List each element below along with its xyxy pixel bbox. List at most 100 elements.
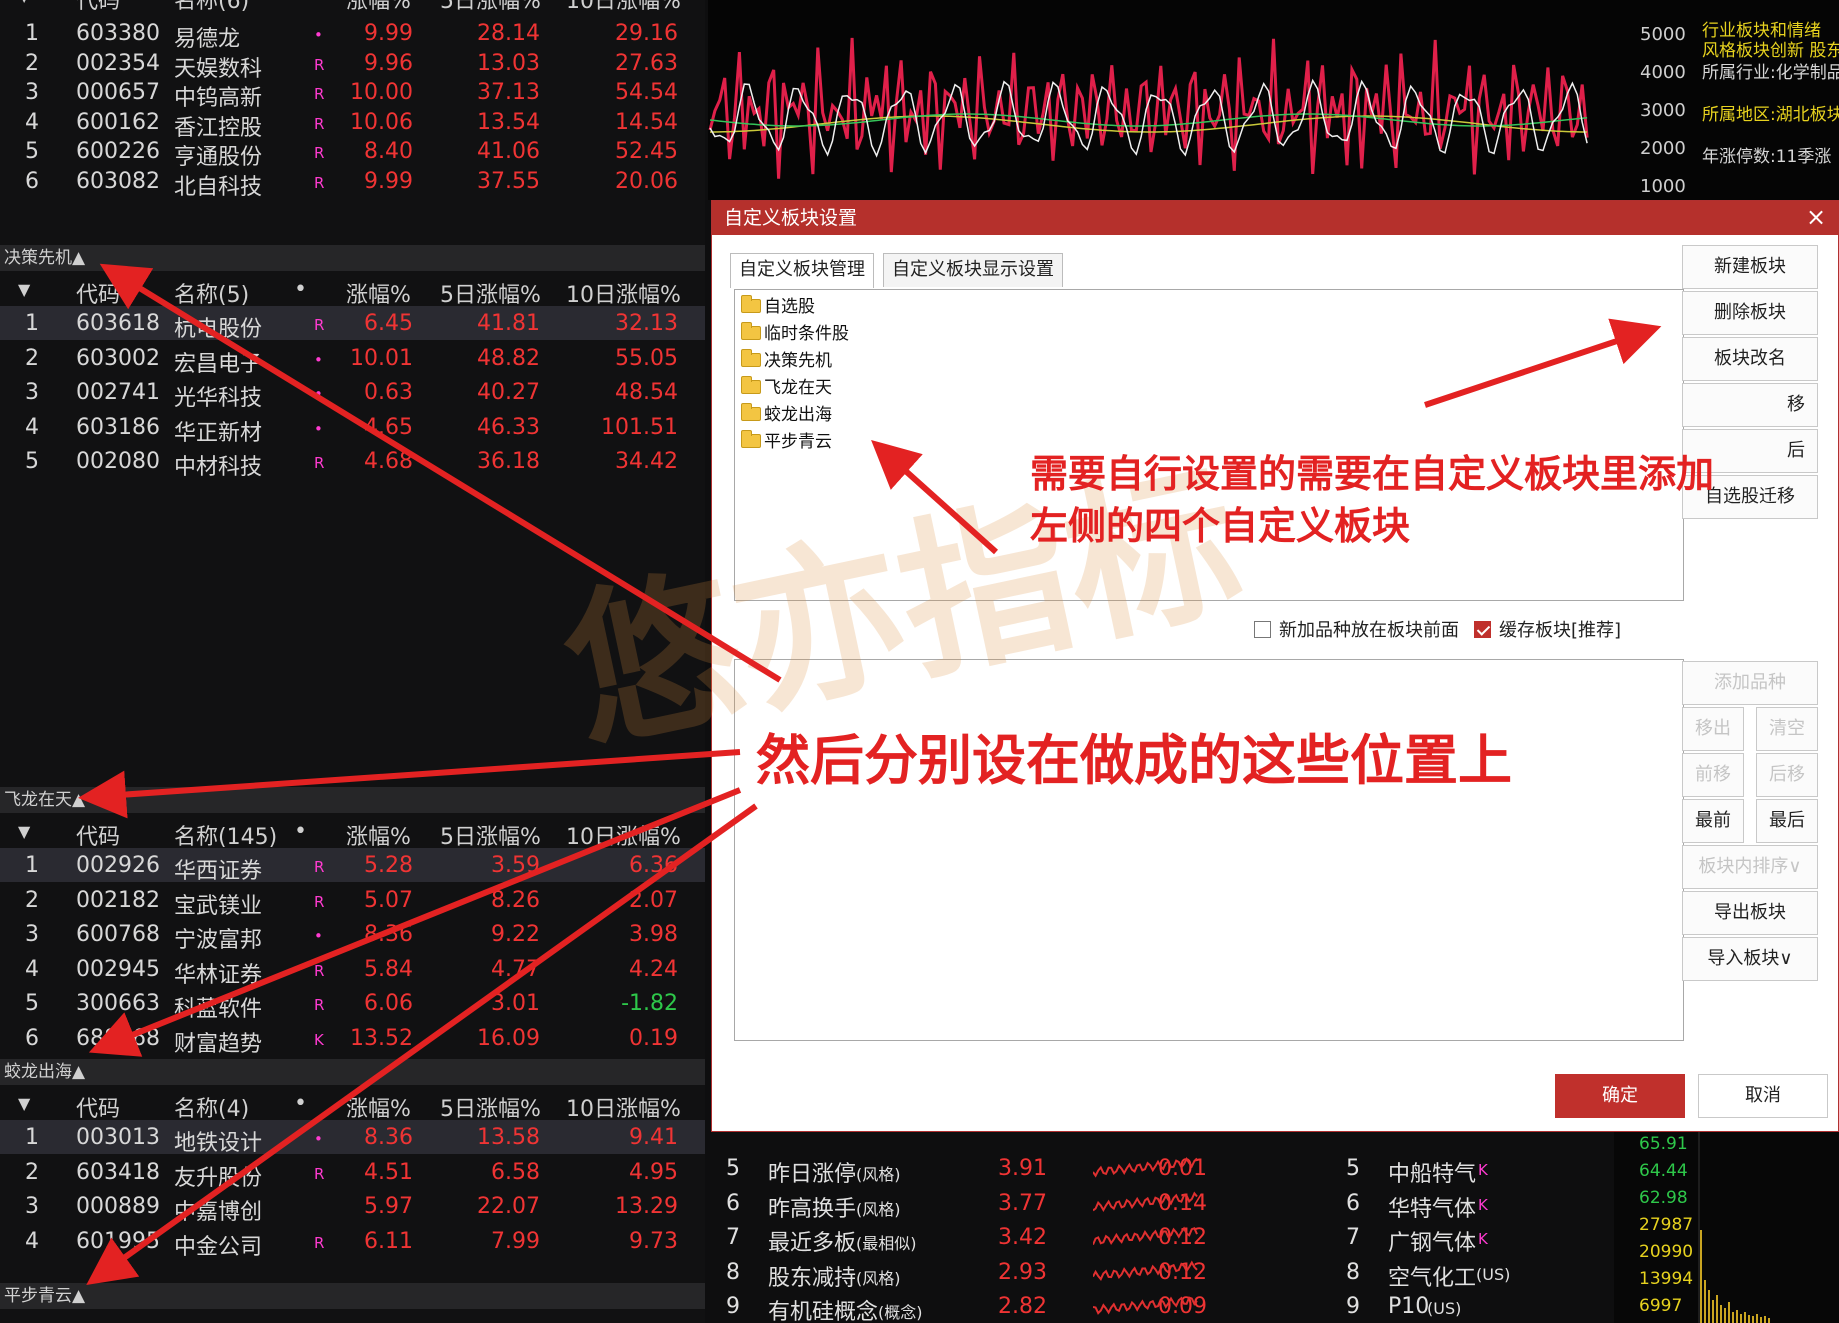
pct-10day: 14.54 <box>615 109 678 135</box>
col-name[interactable]: 名称(5) <box>174 277 249 309</box>
export-block-button[interactable]: 导出板块 <box>1682 891 1818 935</box>
col-pct10[interactable]: 10日涨幅% <box>566 819 681 851</box>
col-name[interactable]: 名称(6) <box>174 0 249 15</box>
stock-row[interactable]: 3 000889 中嘉博创 5.97 22.07 13.29 <box>0 1189 705 1226</box>
row-index: 1 <box>25 853 39 878</box>
section-title-feilong[interactable]: 飞龙在天▲ <box>0 787 705 813</box>
collapse-triangle-icon[interactable]: ▼ <box>18 822 30 841</box>
related-stock-row[interactable]: 5 中船特气 K <box>1328 1152 1618 1187</box>
section-title-juece[interactable]: 决策先机▲ <box>0 245 705 271</box>
tab-block-display[interactable]: 自定义板块显示设置 <box>883 253 1063 287</box>
col-pct5[interactable]: 5日涨幅% <box>440 277 541 309</box>
block-folder-tree[interactable]: 自选股 临时条件股 决策先机 飞龙在天 蛟龙出海 平步青云 <box>734 289 1684 601</box>
cache-block-checkbox[interactable]: 缓存板块[推荐] <box>1474 616 1621 642</box>
pct-5day: 22.07 <box>477 1194 540 1220</box>
section-header[interactable]: ▼ 代码 名称(145) • 涨幅% 5日涨幅% 10日涨幅% <box>0 814 705 851</box>
clear-items-button[interactable]: 清空 <box>1756 707 1818 751</box>
col-pct10[interactable]: 10日涨幅% <box>566 1091 681 1123</box>
stock-row[interactable]: 2 002182 宝武镁业 R 5.07 8.26 2.07 <box>0 883 705 919</box>
col-pct10[interactable]: 10日涨幅% <box>566 277 681 309</box>
col-pct[interactable]: 涨幅% <box>346 1091 411 1123</box>
ok-button[interactable]: 确定 <box>1555 1074 1685 1118</box>
stock-row[interactable]: 5 300663 科蓝软件 R 6.06 3.01 -1.82 <box>0 986 705 1022</box>
concept-row[interactable]: 6 昨高换手 (风格) 3.77 0.14 <box>708 1187 1308 1222</box>
axis-value: 64.44 <box>1639 1161 1688 1181</box>
cancel-button[interactable]: 取消 <box>1698 1074 1828 1118</box>
col-pct[interactable]: 涨幅% <box>346 0 411 15</box>
stock-row[interactable]: 3 600768 宁波富邦 • 8.36 9.22 3.98 <box>0 917 705 953</box>
stock-row[interactable]: 5 002080 中材科技 R 4.68 36.18 34.42 <box>0 444 705 480</box>
move-forward-button[interactable]: 前移 <box>1682 753 1744 797</box>
folder-item[interactable]: 决策先机 <box>741 346 832 372</box>
section-header[interactable]: ▼ 代码 名称(5) • 涨幅% 5日涨幅% 10日涨幅% <box>0 272 705 309</box>
col-name[interactable]: 名称(145) <box>174 819 277 851</box>
move-back-button[interactable]: 后移 <box>1756 753 1818 797</box>
folder-item[interactable]: 平步青云 <box>741 427 832 453</box>
concept-row[interactable]: 5 昨日涨停 (风格) 3.91 0.01 <box>708 1152 1308 1187</box>
sort-in-block-dropdown[interactable]: 板块内排序∨ <box>1682 845 1818 889</box>
pct-10day: 4.95 <box>629 1159 678 1185</box>
col-code[interactable]: 代码 <box>76 0 120 15</box>
col-pct5[interactable]: 5日涨幅% <box>440 819 541 851</box>
move-block-button[interactable]: 移 <box>1682 383 1818 427</box>
folder-item[interactable]: 蛟龙出海 <box>741 400 832 426</box>
new-item-front-checkbox[interactable]: 新加品种放在板块前面 <box>1254 616 1459 642</box>
col-pct[interactable]: 涨幅% <box>346 819 411 851</box>
import-block-dropdown[interactable]: 导入板块∨ <box>1682 937 1818 981</box>
related-stock-row[interactable]: 7 广钢气体 K <box>1328 1221 1618 1256</box>
new-block-button[interactable]: 新建板块 <box>1682 245 1818 289</box>
add-item-button[interactable]: 添加品种 <box>1682 661 1818 705</box>
stock-name: 中嘉博创 <box>174 1200 263 1226</box>
col-code[interactable]: 代码 <box>76 1091 120 1123</box>
checkbox-box[interactable] <box>1254 621 1271 638</box>
concept-row[interactable]: 7 最近多板 (最相似) 3.42 0.12 <box>708 1221 1308 1256</box>
concept-row[interactable]: 8 股东减持 (风格) 2.93 0.12 <box>708 1256 1308 1291</box>
section-title-pingbu[interactable]: 平步青云▲ <box>0 1283 705 1309</box>
pct-5day: 3.01 <box>491 991 540 1017</box>
collapse-triangle-icon[interactable]: ▼ <box>18 280 30 299</box>
collapse-triangle-icon[interactable]: ▼ <box>18 0 30 5</box>
folder-item[interactable]: 自选股 <box>741 292 815 318</box>
col-pct5[interactable]: 5日涨幅% <box>440 1091 541 1123</box>
stock-row[interactable]: 1 002926 华西证券 R 5.28 3.59 6.36 <box>0 848 705 884</box>
stock-row[interactable]: 4 601995 中金公司 R 6.11 7.99 9.73 <box>0 1224 705 1260</box>
collapse-triangle-icon[interactable]: ▼ <box>18 1094 30 1113</box>
stock-row[interactable]: 3 002741 光华科技 • 0.63 40.27 48.54 <box>0 375 705 411</box>
stock-row[interactable]: 4 002945 华林证券 R 5.84 4.77 4.24 <box>0 952 705 988</box>
pct-change: 10.01 <box>350 345 413 371</box>
move-first-button[interactable]: 最前 <box>1682 799 1744 843</box>
folder-item[interactable]: 飞龙在天 <box>741 373 832 399</box>
close-icon[interactable]: × <box>1802 201 1830 235</box>
move-last-button[interactable]: 最后 <box>1756 799 1818 843</box>
stock-row[interactable]: 6 603082 北自科技 R 9.99 37.55 20.06 <box>0 164 705 200</box>
col-pct10[interactable]: 10日涨幅% <box>566 0 681 15</box>
stock-row[interactable]: 6 688168 财富趋势 K 13.52 16.09 0.19 <box>0 1021 705 1057</box>
concept-value: 2.93 <box>998 1259 1047 1285</box>
stock-row[interactable]: 1 603618 杭电股份 R 6.45 41.81 32.13 <box>0 306 705 342</box>
col-pct5[interactable]: 5日涨幅% <box>440 0 541 15</box>
section-title-jiaolong[interactable]: 蛟龙出海▲ <box>0 1059 705 1085</box>
stock-name: 友升股份 <box>174 1165 263 1191</box>
col-pct[interactable]: 涨幅% <box>346 277 411 309</box>
folder-item[interactable]: 临时条件股 <box>741 319 849 345</box>
tab-block-manage[interactable]: 自定义板块管理 <box>730 253 874 288</box>
delete-block-button[interactable]: 删除板块 <box>1682 291 1818 335</box>
row-index: 5 <box>1346 1156 1360 1181</box>
related-stock-row[interactable]: 9 P10 (US) <box>1328 1290 1618 1323</box>
stock-row[interactable]: 1 003013 地铁设计 • 8.36 13.58 9.41 <box>0 1120 705 1156</box>
section-header[interactable]: ▼ 代码 名称(4) • 涨幅% 5日涨幅% 10日涨幅% <box>0 1086 705 1123</box>
rename-block-button[interactable]: 板块改名 <box>1682 337 1818 381</box>
col-code[interactable]: 代码 <box>76 819 120 851</box>
axis-value: 62.98 <box>1639 1188 1688 1208</box>
stock-row[interactable]: 2 603418 友升股份 R 4.51 6.58 4.95 <box>0 1155 705 1191</box>
col-name[interactable]: 名称(4) <box>174 1091 249 1123</box>
remove-item-button[interactable]: 移出 <box>1682 707 1744 751</box>
related-stock-row[interactable]: 6 华特气体 K <box>1328 1187 1618 1222</box>
concept-row[interactable]: 9 有机硅概念 (概念) 2.82 0.09 <box>708 1290 1308 1323</box>
checkbox-box-checked[interactable] <box>1474 621 1491 638</box>
stock-row[interactable]: 4 603186 华正新材 • 4.65 46.33 101.51 <box>0 410 705 446</box>
top-list-header[interactable]: ▼ 代码 名称(6) 涨幅% 5日涨幅% 10日涨幅% <box>0 0 705 15</box>
related-stock-row[interactable]: 8 空气化工 (US) <box>1328 1256 1618 1291</box>
col-code[interactable]: 代码 <box>76 277 120 309</box>
stock-row[interactable]: 2 603002 宏昌电子 • 10.01 48.82 55.05 <box>0 341 705 377</box>
